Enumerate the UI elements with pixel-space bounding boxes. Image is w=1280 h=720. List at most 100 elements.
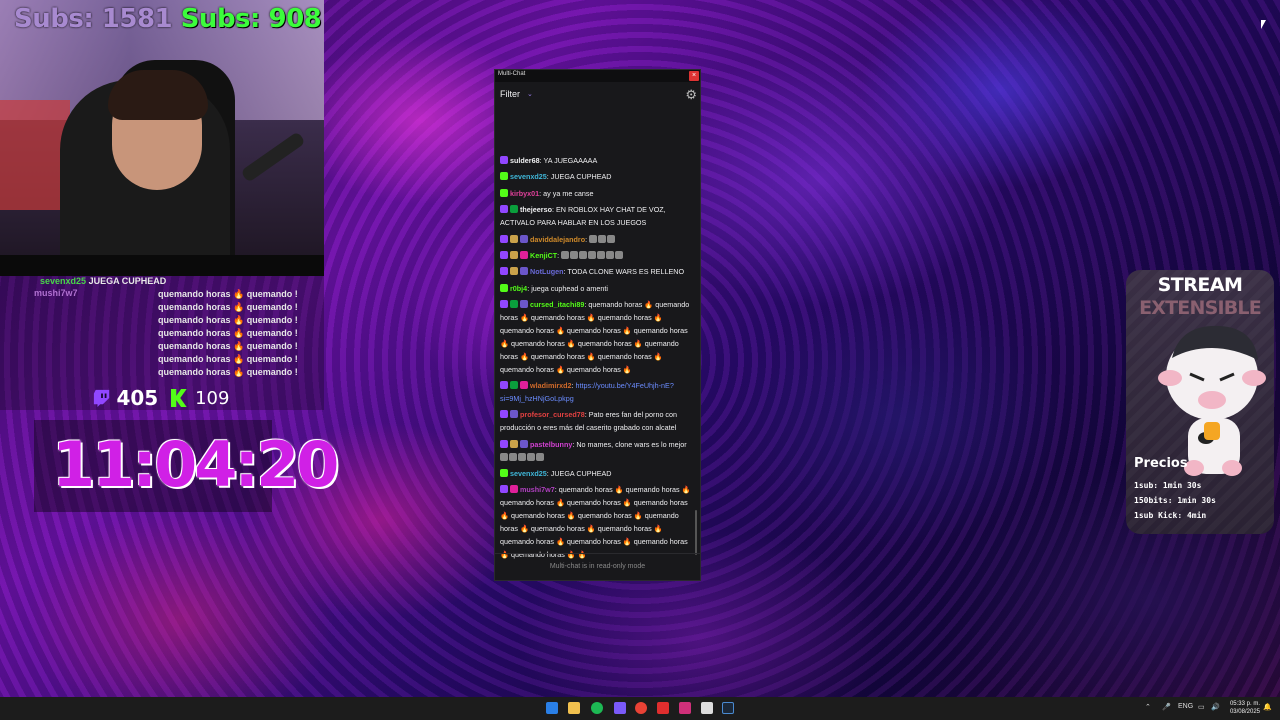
card-title: STREAM bbox=[1157, 274, 1243, 296]
chat-message: r0bj4: juega cuphead o amenti bbox=[500, 283, 692, 296]
microphone-arm bbox=[240, 131, 306, 183]
chat-message: NotLugen: TODA CLONE WARS ES RELLENO bbox=[500, 266, 692, 279]
side-chat-line: quemando horas 🔥 quemando ! bbox=[158, 315, 298, 325]
file-explorer-icon[interactable] bbox=[568, 702, 580, 714]
chat-message: thejeerso: EN ROBLOX HAY CHAT DE VOZ, AC… bbox=[500, 205, 666, 228]
side-chat-line: quemando horas 🔥 quemando ! bbox=[158, 289, 298, 299]
side-chat-line: quemando horas 🔥 quemando ! bbox=[158, 354, 298, 364]
chat-message: pastelbunny: No mames, clone wars es lo … bbox=[500, 439, 692, 465]
multichat-titlebar[interactable]: Multi-Chat × bbox=[495, 70, 700, 82]
bits-badge-icon bbox=[520, 267, 528, 276]
chat-username: pastelbunny bbox=[530, 439, 573, 449]
twitch-badge-icon bbox=[500, 410, 508, 419]
gear-icon[interactable]: ⚙ bbox=[685, 87, 697, 103]
read-only-footer: Multi-chat is in read-only mode bbox=[495, 553, 700, 580]
prices-heading: Precios bbox=[1134, 456, 1188, 471]
system-clock[interactable]: 05:33 p. m. 03/08/2025 bbox=[1226, 700, 1260, 716]
webcam-desk bbox=[0, 255, 324, 276]
discord-icon[interactable] bbox=[614, 702, 626, 714]
chat-username: sevenxd25 bbox=[510, 172, 547, 182]
chat-message-list[interactable]: sulder68: YA JUEGAAAAA sevenxd25: JUEGA … bbox=[500, 155, 692, 562]
viewer-counters: 405 109 bbox=[92, 386, 229, 410]
twitch-badge-icon bbox=[500, 205, 508, 214]
twitch-badge-icon bbox=[500, 381, 508, 390]
chat-username: r0bj4 bbox=[510, 283, 528, 293]
spotify-icon[interactable] bbox=[591, 702, 603, 714]
kick-icon bbox=[170, 389, 187, 407]
windows-start-icon[interactable] bbox=[546, 702, 558, 714]
kick-badge-icon bbox=[500, 283, 508, 292]
side-chat-line: quemando horas 🔥 quemando ! bbox=[158, 302, 298, 312]
steam-icon[interactable] bbox=[722, 702, 734, 714]
taskbar: ⌃ 🎤 ENG ▭ 🔊 05:33 p. m. 03/08/2025 🔔 bbox=[0, 697, 1280, 720]
twitch-viewer-count: 405 bbox=[116, 386, 159, 410]
side-chat-line: quemando horas 🔥 quemando ! bbox=[158, 328, 298, 338]
kick-viewer-count: 109 bbox=[195, 387, 230, 409]
twitch-badge-icon bbox=[500, 156, 508, 164]
settings-icon[interactable] bbox=[701, 702, 713, 714]
twitch-icon bbox=[93, 389, 110, 407]
chat-message: daviddalejandro: bbox=[500, 234, 692, 247]
twitch-badge-icon bbox=[500, 485, 508, 494]
moderator-badge-icon bbox=[510, 300, 518, 309]
language-indicator[interactable]: ENG bbox=[1178, 703, 1193, 710]
moderator-badge-icon bbox=[510, 205, 518, 214]
webcam-feed bbox=[0, 0, 324, 276]
kick-badge-icon bbox=[500, 172, 508, 181]
twitch-badge-icon bbox=[500, 234, 508, 243]
emote-icon bbox=[588, 250, 597, 259]
obs-icon[interactable] bbox=[657, 702, 669, 714]
volume-icon[interactable]: 🔊 bbox=[1211, 703, 1220, 711]
streamer-hair bbox=[108, 70, 208, 120]
clock-time: 05:33 p. m. bbox=[1229, 701, 1260, 707]
stream-timer: 11:04:20 bbox=[52, 428, 339, 501]
close-icon[interactable]: × bbox=[689, 71, 699, 81]
heart-badge-icon bbox=[510, 485, 518, 494]
emote-icon bbox=[518, 452, 526, 461]
chat-message: profesor_cursed78: Pato eres fan del por… bbox=[500, 410, 678, 433]
chat-username: thejeerso bbox=[520, 205, 552, 215]
microphone-icon[interactable]: 🎤 bbox=[1162, 703, 1171, 711]
app-icon[interactable] bbox=[679, 702, 691, 714]
display-icon[interactable]: ▭ bbox=[1198, 703, 1205, 711]
chrome-icon[interactable] bbox=[635, 702, 647, 714]
bits-badge-icon bbox=[520, 439, 528, 448]
chat-username: sevenxd25 bbox=[510, 469, 547, 479]
chat-username: wladimirxd2 bbox=[530, 381, 572, 391]
subs-left: Subs: 1581 bbox=[14, 4, 173, 34]
chat-message: KenjiCT: bbox=[500, 250, 692, 263]
twitch-badge-icon bbox=[500, 250, 508, 259]
moderator-badge-icon bbox=[510, 381, 518, 390]
sub-badge-icon bbox=[510, 234, 518, 243]
sub-badge-icon bbox=[510, 267, 518, 276]
emote-icon bbox=[536, 452, 544, 461]
twitch-badge-icon bbox=[500, 267, 508, 276]
emote-icon bbox=[597, 250, 606, 259]
kick-badge-icon bbox=[500, 188, 508, 197]
side-chat-line: quemando horas 🔥 quemando ! bbox=[158, 341, 298, 351]
stream-extensible-card: STREAM EXTENSIBLE Precios 1sub: 1min 30s… bbox=[1126, 270, 1274, 534]
clock-date: 03/08/2025 bbox=[1229, 709, 1260, 715]
emote-icon bbox=[615, 250, 624, 259]
chevron-down-icon[interactable]: ⌄ bbox=[527, 90, 533, 98]
chat-username: sulder68 bbox=[510, 156, 540, 165]
multichat-window: Multi-Chat × Filter ⌄ ⚙ sulder68: YA JUE… bbox=[494, 69, 701, 581]
chat-message: cursed_itachi89: quemando horas 🔥 queman… bbox=[500, 300, 690, 374]
chat-message: sevenxd25: JUEGA CUPHEAD bbox=[500, 468, 692, 481]
sub-badge-icon bbox=[510, 439, 518, 448]
chat-scrollbar[interactable] bbox=[695, 510, 697, 555]
emote-icon bbox=[607, 234, 616, 243]
notification-icon[interactable]: 🔔 bbox=[1263, 703, 1272, 711]
filter-row: Filter ⌄ ⚙ bbox=[495, 82, 700, 106]
filter-dropdown[interactable]: Filter bbox=[500, 89, 520, 99]
vip-badge-icon bbox=[520, 381, 528, 390]
chat-username: profesor_cursed78 bbox=[520, 410, 585, 420]
bits-badge-icon bbox=[520, 300, 528, 309]
chevron-up-icon[interactable]: ⌃ bbox=[1145, 703, 1151, 711]
subs-counter: Subs: 1581 Subs: 908 bbox=[14, 4, 322, 34]
emote-icon bbox=[598, 234, 607, 243]
mouse-cursor-icon bbox=[1261, 20, 1266, 29]
sub-badge-icon bbox=[510, 250, 518, 259]
emote-icon bbox=[509, 452, 517, 461]
emote-icon bbox=[606, 250, 615, 259]
